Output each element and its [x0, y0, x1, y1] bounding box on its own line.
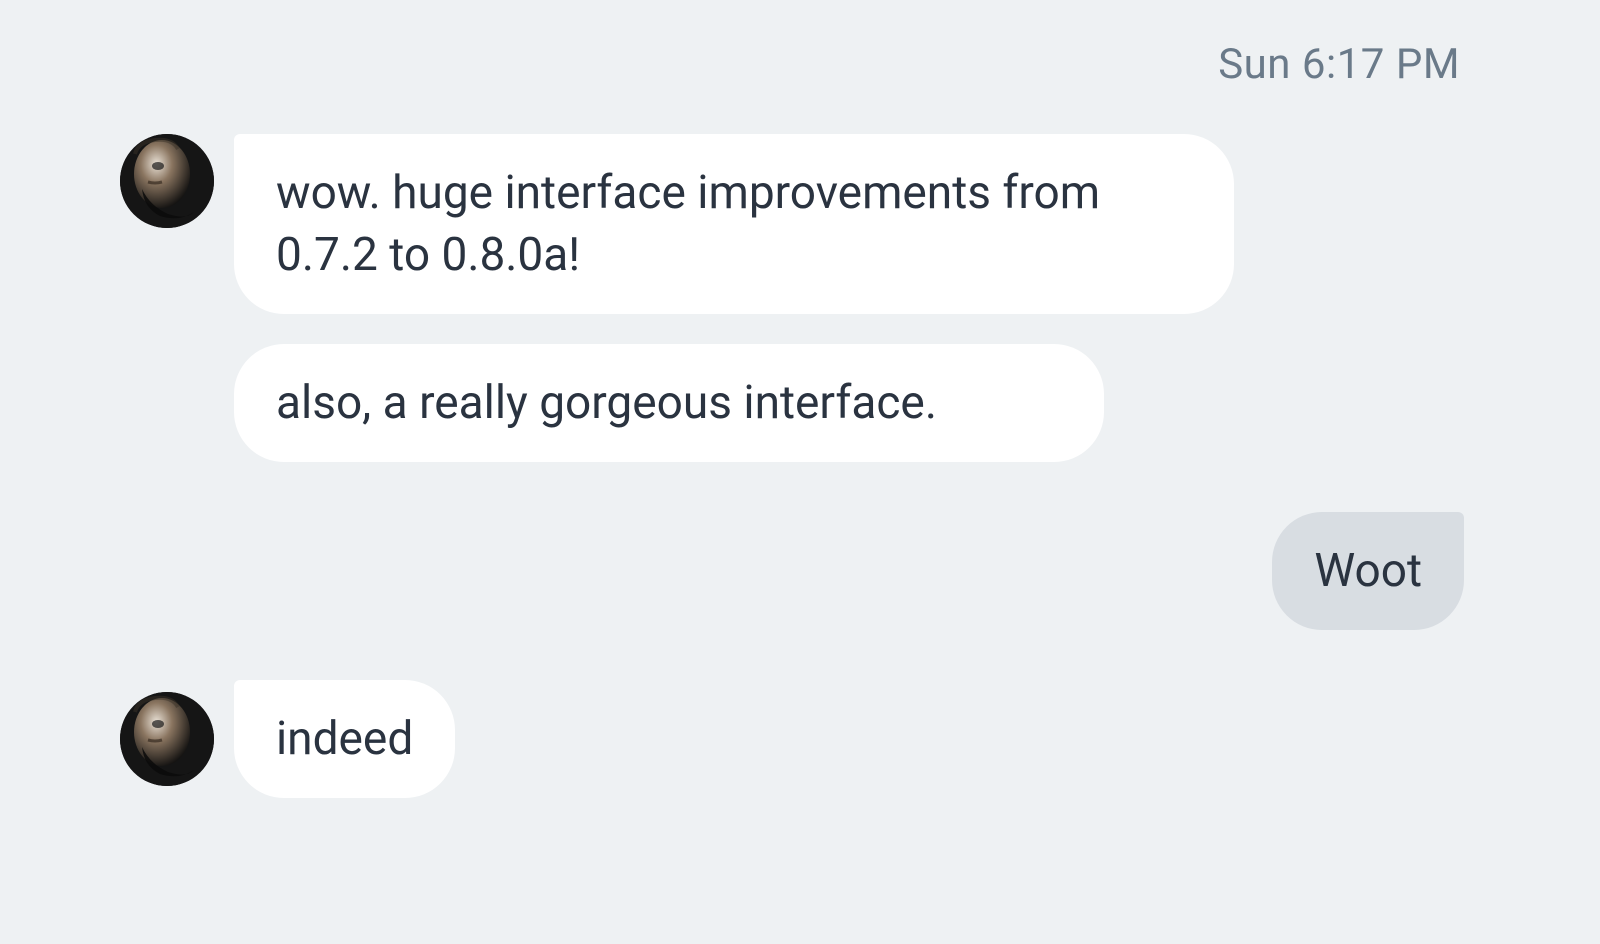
- message-bubble-outgoing[interactable]: Woot: [1272, 512, 1464, 630]
- sender-avatar[interactable]: [120, 134, 214, 228]
- sender-avatar[interactable]: [120, 692, 214, 786]
- message-bubble-incoming[interactable]: indeed: [234, 680, 455, 798]
- message-bubble-incoming[interactable]: wow. huge interface improvements from 0.…: [234, 134, 1234, 314]
- chat-thread: Sun 6:17 PM wow. huge interf: [0, 0, 1600, 944]
- message-bubble-incoming[interactable]: also, a really gorgeous interface.: [234, 344, 1104, 462]
- message-group-outgoing: Woot: [120, 512, 1480, 630]
- message-group-incoming: indeed: [120, 680, 1480, 798]
- avatar-icon: [120, 134, 214, 228]
- incoming-bubble-stack: wow. huge interface improvements from 0.…: [234, 134, 1234, 462]
- avatar-icon: [120, 692, 214, 786]
- thread-timestamp: Sun 6:17 PM: [120, 40, 1480, 89]
- incoming-bubble-stack: indeed: [234, 680, 455, 798]
- message-group-incoming: wow. huge interface improvements from 0.…: [120, 134, 1480, 462]
